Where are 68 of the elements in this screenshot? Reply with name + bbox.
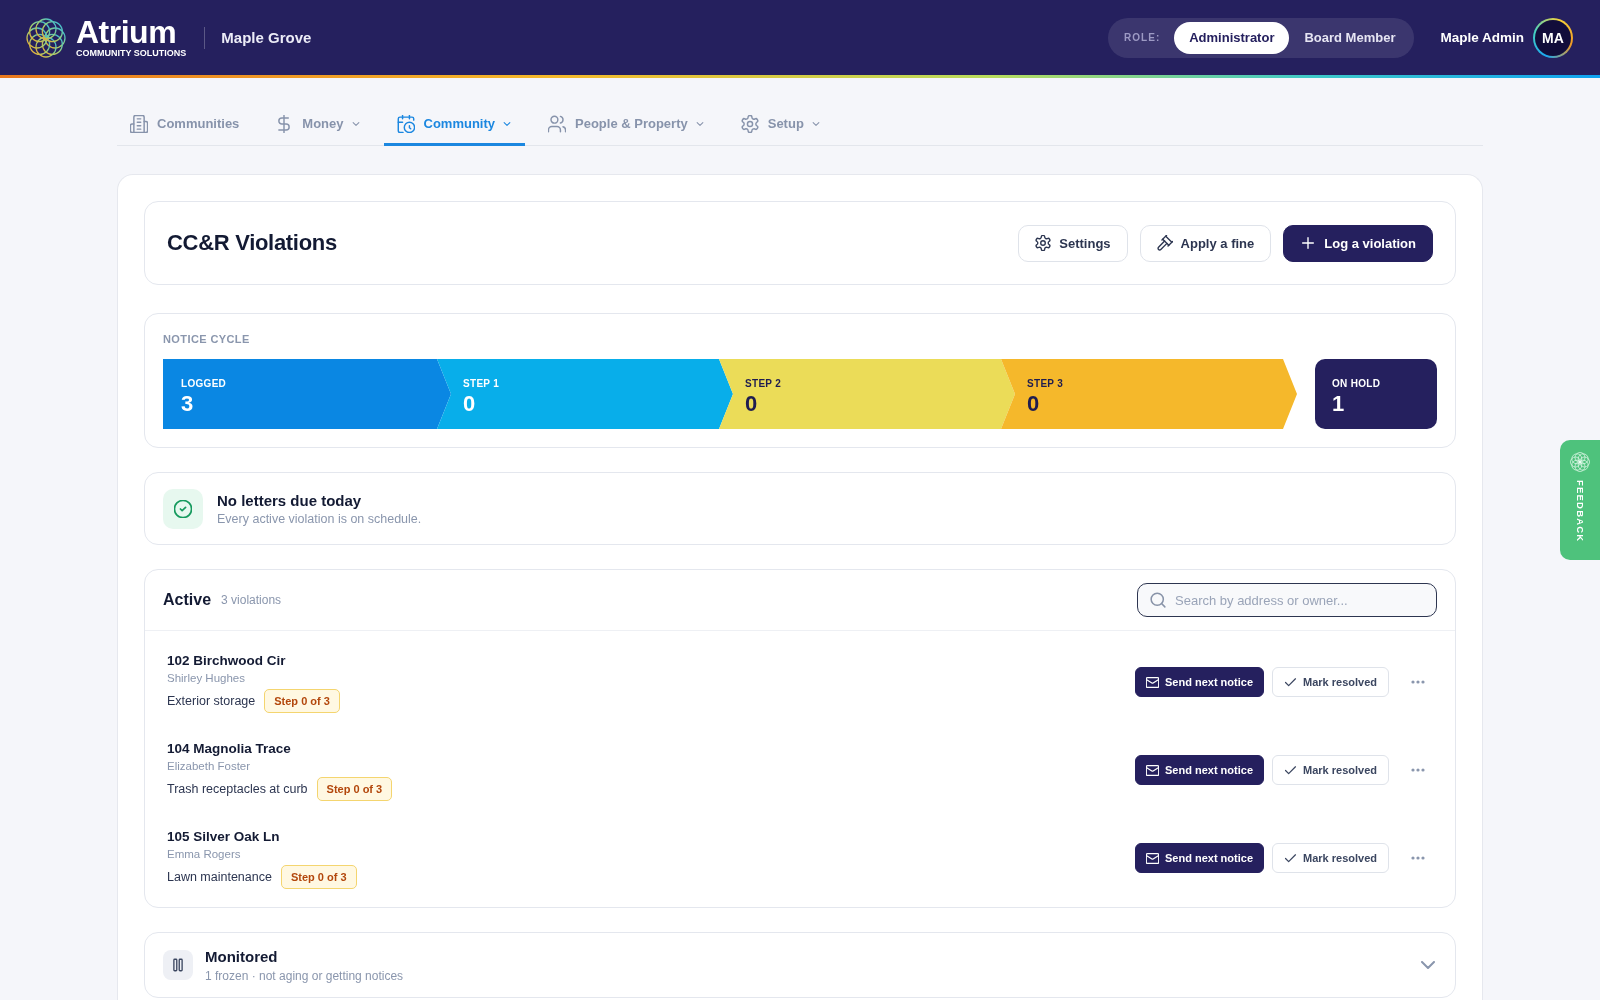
row-action-button[interactable]: Mark resolved [1272,667,1389,697]
role-option[interactable]: Administrator [1174,21,1290,54]
rosette-icon [1570,452,1590,472]
header-action-button[interactable]: Log a violation [1283,224,1433,262]
stage-label: LOGGED [181,377,228,390]
violation-count: 3 violations [221,593,282,607]
violation-address: 104 Magnolia Trace [167,739,291,758]
stage-count: 0 [1027,391,1041,416]
row-action-button[interactable]: Mark resolved [1272,755,1389,785]
more-icon[interactable] [1411,768,1425,772]
plus-icon [1300,235,1317,251]
violation-address: 102 Birchwood Cir [167,651,286,670]
header-action-button[interactable]: Settings [1018,224,1128,262]
more-icon[interactable] [1411,856,1425,860]
check-icon [1284,763,1297,777]
stage-count: 0 [463,391,477,416]
building-icon [130,114,148,133]
brand-tagline: COMMUNITY SOLUTIONS [76,47,187,59]
rosette-logo-icon [26,17,66,58]
stage-count: 3 [181,391,195,416]
step-badge: Step 0 of 3 [280,864,357,889]
gear-icon [1035,235,1052,251]
page-title: CC&R Violations [167,230,338,256]
row-action-button[interactable]: Send next notice [1135,843,1264,873]
section-title: Active [163,591,212,609]
stage-count: 1 [1332,391,1346,416]
row-action-button[interactable]: Mark resolved [1272,843,1389,873]
violation-address: 105 Silver Oak Ln [167,827,280,846]
envelope-icon [1146,763,1159,777]
row-action-button[interactable]: Send next notice [1135,755,1264,785]
check-icon [1284,675,1297,689]
violation-type: Exterior storage [167,693,256,708]
violation-type: Trash receptacles at curb [167,781,308,796]
community-name: Maple Grove [221,29,312,46]
section-subtitle: 1 frozen · not aging or getting notices [205,968,404,983]
user-name: Maple Admin [1440,30,1524,45]
search-field[interactable]: Search by address or owner... [1137,583,1437,617]
owner-name: Emma Rogers [167,846,241,862]
header-action-button[interactable]: Apply a fine [1139,224,1272,262]
banner-subtitle: Every active violation is on schedule. [217,511,422,526]
role-label: ROLE: [1124,32,1161,43]
row-action-button[interactable]: Send next notice [1135,667,1264,697]
pause-icon [163,950,193,980]
violation-type: Lawn maintenance [167,869,272,884]
stage-label: STEP 2 [745,377,783,390]
banner-title: No letters due today [217,491,363,509]
section-caption: NOTICE CYCLE [163,332,251,346]
calendar-clock-icon [396,114,415,133]
envelope-icon [1146,851,1159,865]
more-icon[interactable] [1411,680,1425,684]
envelope-icon [1146,675,1159,689]
owner-name: Shirley Hughes [167,670,245,686]
people-icon [548,114,566,133]
brand-name: Atrium [76,16,178,47]
check-icon [1284,851,1297,865]
section-title: Monitored [205,947,278,965]
gear-icon [740,114,759,133]
chevron-icon[interactable] [1421,961,1435,969]
stage-count: 0 [745,391,759,416]
owner-name: Elizabeth Foster [167,758,251,774]
step-badge: Step 0 of 3 [316,776,393,801]
stage-label: STEP 3 [1027,377,1065,390]
stage-label: STEP 1 [463,377,501,390]
stage-label: ON HOLD [1332,377,1382,390]
role-option[interactable]: Board Member [1289,21,1411,54]
step-badge: Step 0 of 3 [264,688,340,713]
search-icon [1150,592,1166,608]
gavel-icon [1156,235,1173,251]
